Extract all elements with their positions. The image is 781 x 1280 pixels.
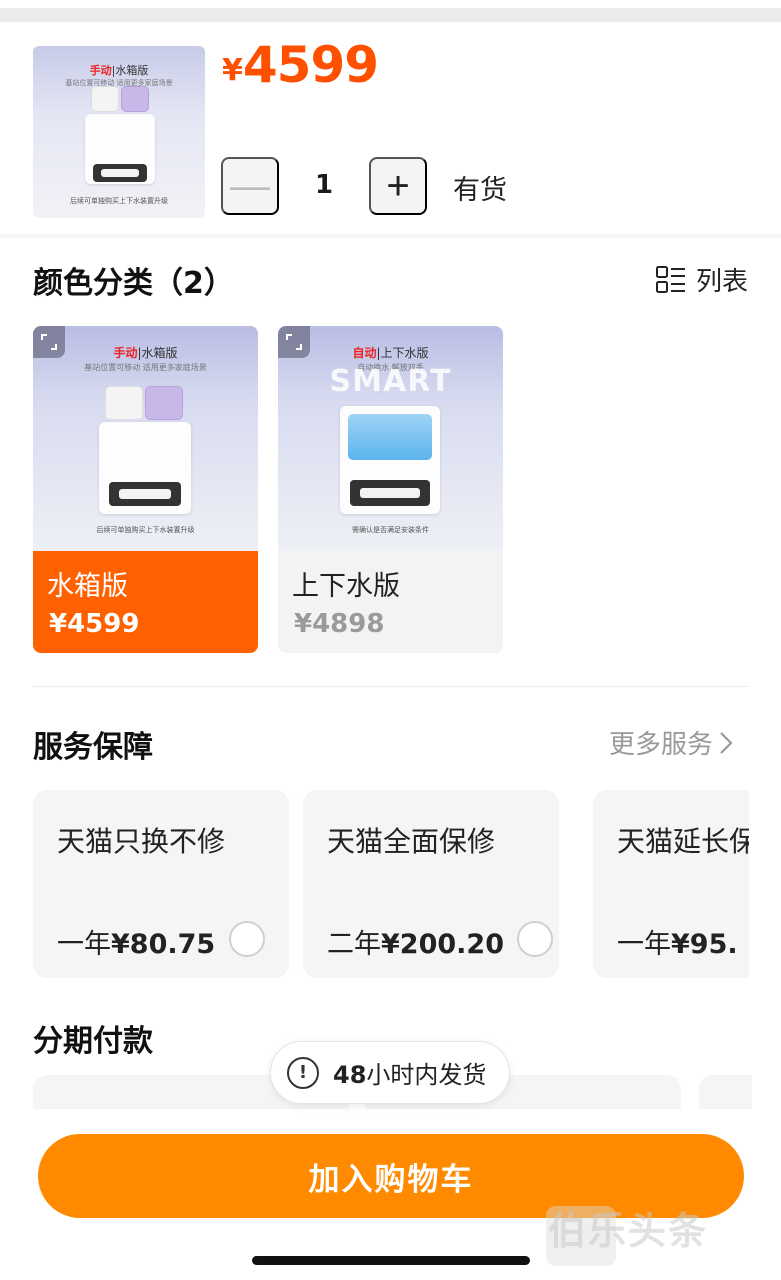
- variant-image-footer: 后续可单独购买上下水装置升级: [96, 526, 195, 534]
- list-view-icon: [656, 265, 685, 293]
- more-services-label: 更多服务: [609, 730, 714, 760]
- chevron-right-icon: [720, 731, 733, 754]
- variant-image-tag: 手动|水箱版: [113, 346, 178, 360]
- more-services-link[interactable]: 更多服务: [609, 724, 733, 761]
- service-card[interactable]: 天猫延长保 一年¥95.: [593, 790, 749, 978]
- quantity-decrease-button[interactable]: —: [221, 157, 279, 215]
- product-price: ¥4599: [222, 36, 379, 94]
- section-separator: [0, 234, 781, 238]
- service-card[interactable]: 天猫全面保修 二年¥200.20: [303, 790, 559, 978]
- variants-title: 颜色分类（2）: [33, 266, 234, 301]
- shipping-toast: ! 48小时内发货: [270, 1041, 510, 1104]
- list-view-toggle[interactable]: 列表: [656, 261, 748, 298]
- product-sku-sheet: 手动|水箱版 基站位置可移动 适用更多家庭场景 后续可单独购买上下水装置升级 ¥…: [0, 0, 781, 1280]
- variant-price: ¥4898: [294, 609, 385, 639]
- installment-option[interactable]: [699, 1075, 752, 1109]
- quantity-value: 1: [314, 170, 334, 200]
- expand-image-icon[interactable]: [33, 326, 65, 358]
- service-radio[interactable]: [517, 921, 553, 957]
- variant-price: ¥4599: [49, 609, 140, 639]
- variant-name: 水箱版: [47, 571, 128, 602]
- list-view-label: 列表: [696, 267, 749, 297]
- variant-image-tag: 自动|上下水版: [352, 346, 429, 360]
- clean-tank: [105, 386, 143, 420]
- variant-image-subtitle: 基站位置可移动 适用更多家庭场景: [84, 363, 207, 372]
- expand-image-icon[interactable]: [278, 326, 310, 358]
- variant-image: 自动|上下水版 自动换水 解放双手 SMART 需确认是否满足安装条件: [278, 326, 503, 551]
- quantity-increase-button[interactable]: +: [369, 157, 427, 215]
- service-radio[interactable]: [229, 921, 265, 957]
- dirty-tank: [121, 86, 149, 112]
- variant-image: 手动|水箱版 基站位置可移动 适用更多家庭场景 后续可单独购买上下水装置升级: [33, 326, 258, 551]
- installment-title: 分期付款: [33, 1024, 153, 1059]
- variant-card-auto-water[interactable]: 自动|上下水版 自动换水 解放双手 SMART 需确认是否满足安装条件 上下水版…: [278, 326, 503, 653]
- thumb-footer: 后续可单独购买上下水装置升级: [70, 197, 168, 205]
- top-strip: [0, 8, 781, 22]
- watermark-text: 伯乐头条: [548, 1209, 709, 1253]
- robot: [101, 169, 139, 177]
- service-price: 二年¥200.20: [327, 929, 504, 960]
- services-scroller[interactable]: 天猫只换不修 一年¥80.75 天猫全面保修 二年¥200.20 天猫延长保 一…: [33, 790, 749, 980]
- service-name: 天猫延长保: [617, 825, 749, 858]
- services-title: 服务保障: [33, 730, 153, 765]
- service-card[interactable]: 天猫只换不修 一年¥80.75: [33, 790, 289, 978]
- service-name: 天猫全面保修: [327, 825, 496, 858]
- service-price: 一年¥80.75: [57, 929, 216, 960]
- home-indicator[interactable]: [252, 1256, 530, 1265]
- thumb-subtitle: 基站位置可移动 适用更多家庭场景: [65, 79, 173, 87]
- water-module: [348, 414, 432, 460]
- service-name: 天猫只换不修: [57, 825, 226, 858]
- exclamation-icon: !: [287, 1056, 319, 1089]
- shipping-toast-text: 48小时内发货: [333, 1061, 487, 1089]
- robot: [119, 489, 171, 499]
- variant-card-water-tank[interactable]: 手动|水箱版 基站位置可移动 适用更多家庭场景 后续可单独购买上下水装置升级 水…: [33, 326, 258, 653]
- variant-image-footer: 需确认是否满足安装条件: [352, 526, 429, 534]
- service-price: 一年¥95.: [617, 929, 738, 960]
- clean-tank: [91, 86, 119, 112]
- dirty-tank: [145, 386, 183, 420]
- divider: [33, 686, 749, 687]
- thumb-tag: 手动|水箱版: [89, 64, 149, 77]
- robot: [360, 488, 420, 498]
- smart-watermark: SMART: [329, 364, 452, 399]
- product-thumbnail[interactable]: 手动|水箱版 基站位置可移动 适用更多家庭场景 后续可单独购买上下水装置升级: [33, 46, 205, 218]
- variant-name: 上下水版: [292, 571, 400, 602]
- stock-status: 有货: [453, 175, 507, 206]
